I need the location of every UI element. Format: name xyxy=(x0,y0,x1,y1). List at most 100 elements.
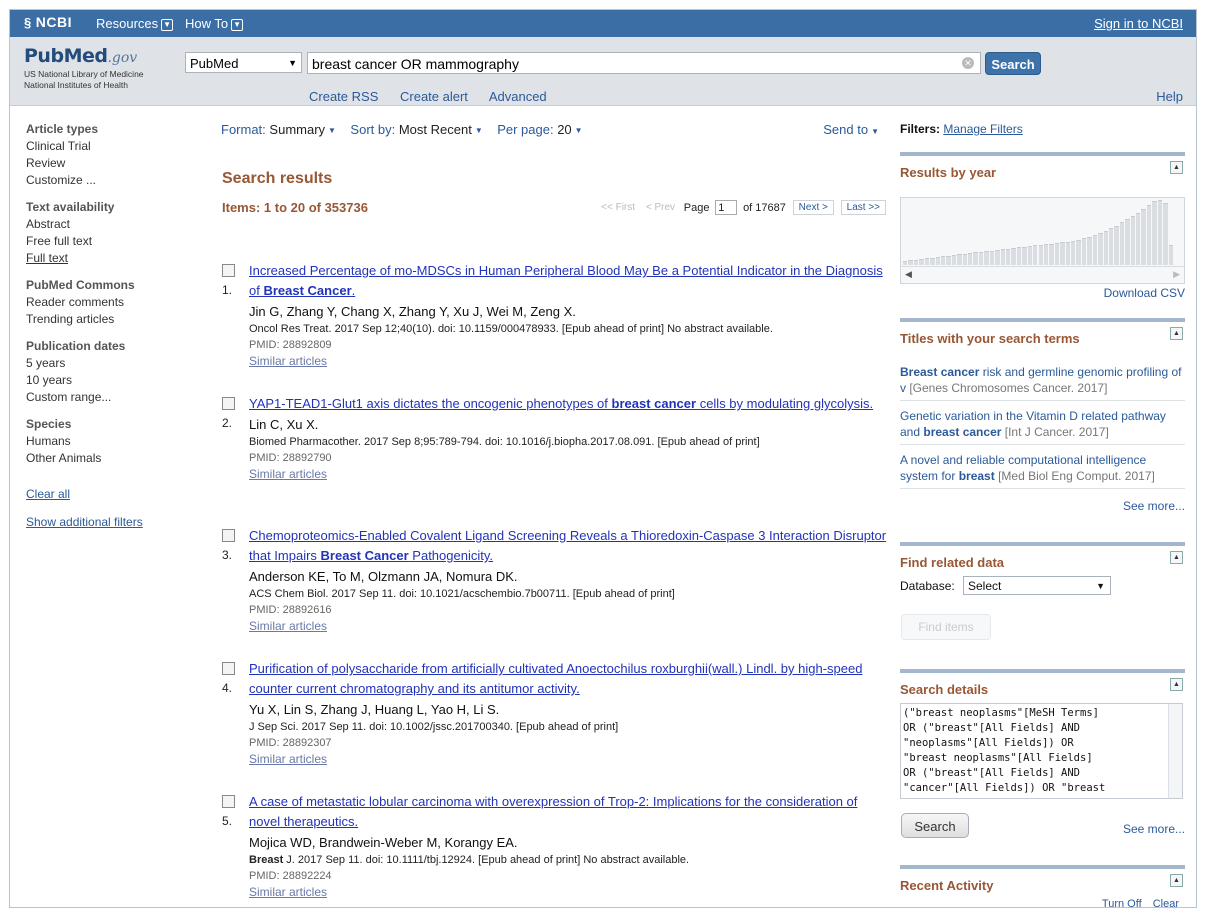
collapse-icon[interactable]: ▲ xyxy=(1170,161,1183,174)
year-bar[interactable] xyxy=(962,254,968,265)
collapse-icon[interactable]: ▲ xyxy=(1170,678,1183,691)
results-by-year-chart[interactable]: ◀ ▶ xyxy=(900,197,1185,284)
year-bar[interactable] xyxy=(908,260,913,265)
similar-articles-link[interactable]: Similar articles xyxy=(249,467,889,481)
similar-articles-link[interactable]: Similar articles xyxy=(249,885,889,899)
year-bar[interactable] xyxy=(1016,247,1022,265)
similar-articles-link[interactable]: Similar articles xyxy=(249,354,889,368)
resources-menu[interactable]: Resources ▼ xyxy=(96,16,174,31)
filter-5-years[interactable]: 5 years xyxy=(26,356,196,370)
year-bar[interactable] xyxy=(1125,219,1130,265)
format-dropdown[interactable]: Format: Summary ▼ xyxy=(221,122,336,137)
year-bar[interactable] xyxy=(1114,226,1119,265)
year-bar[interactable] xyxy=(1033,245,1038,265)
year-bar[interactable] xyxy=(1081,238,1087,265)
sign-in-link[interactable]: Sign in to NCBI xyxy=(1094,16,1183,31)
help-link[interactable]: Help xyxy=(1156,89,1183,104)
clear-all-link[interactable]: Clear all xyxy=(26,487,196,501)
filter-abstract[interactable]: Abstract xyxy=(26,217,196,231)
related-database-select[interactable]: Select ▼ xyxy=(963,576,1111,595)
clear-activity-link[interactable]: Clear xyxy=(1153,898,1179,907)
year-bar[interactable] xyxy=(1168,245,1173,265)
year-bar[interactable] xyxy=(968,253,973,265)
filter-review[interactable]: Review xyxy=(26,156,196,170)
create-rss-link[interactable]: Create RSS xyxy=(309,89,378,104)
year-bar[interactable] xyxy=(1157,200,1163,265)
year-bar[interactable] xyxy=(957,254,962,265)
result-title-link[interactable]: A case of metastatic lobular carcinoma w… xyxy=(249,792,889,832)
year-bar[interactable] xyxy=(1076,240,1081,265)
title-match-item[interactable]: Breast cancer risk and germline genomic … xyxy=(900,364,1185,396)
year-bar[interactable] xyxy=(935,257,940,265)
per-page-dropdown[interactable]: Per page: 20 ▼ xyxy=(497,122,582,137)
last-page-button[interactable]: Last >> xyxy=(840,200,886,215)
turn-off-link[interactable]: Turn Off xyxy=(1102,898,1142,907)
details-see-more-link[interactable]: See more... xyxy=(1123,822,1185,836)
filter-full-text[interactable]: Full text xyxy=(26,251,196,265)
clear-search-icon[interactable]: ✕ xyxy=(962,57,974,69)
create-alert-link[interactable]: Create alert xyxy=(400,89,468,104)
year-bar[interactable] xyxy=(1071,241,1076,265)
year-bar[interactable] xyxy=(1027,246,1033,265)
year-bar[interactable] xyxy=(930,258,935,265)
filter-clinical-trial[interactable]: Clinical Trial xyxy=(26,139,196,153)
ncbi-logo[interactable]: § NCBI xyxy=(24,14,72,30)
database-select[interactable]: PubMed ▼ xyxy=(185,52,302,73)
result-title-link[interactable]: Increased Percentage of mo-MDSCs in Huma… xyxy=(249,261,889,301)
year-bar[interactable] xyxy=(1087,237,1092,265)
year-bar[interactable] xyxy=(1163,203,1168,265)
year-bar[interactable] xyxy=(1152,201,1157,265)
filter-custom-range[interactable]: Custom range... xyxy=(26,390,196,404)
result-checkbox[interactable] xyxy=(222,529,235,542)
year-bar[interactable] xyxy=(1103,231,1108,265)
year-bar[interactable] xyxy=(1022,247,1027,265)
collapse-icon[interactable]: ▲ xyxy=(1170,327,1183,340)
filter-customize[interactable]: Customize ... xyxy=(26,173,196,187)
result-checkbox[interactable] xyxy=(222,795,235,808)
next-page-button[interactable]: Next > xyxy=(792,200,834,215)
manage-filters-link[interactable]: Manage Filters xyxy=(943,122,1022,136)
download-csv-link[interactable]: Download CSV xyxy=(1104,286,1185,300)
details-search-button[interactable]: Search xyxy=(901,813,969,838)
filter-reader-comments[interactable]: Reader comments xyxy=(26,295,196,309)
scroll-right-icon[interactable]: ▶ xyxy=(1173,269,1180,280)
year-bar[interactable] xyxy=(940,256,946,265)
year-bar[interactable] xyxy=(1049,244,1054,265)
pubmed-logo[interactable]: PubMed.gov US National Library of Medici… xyxy=(24,45,144,91)
titles-see-more-link[interactable]: See more... xyxy=(1123,499,1185,513)
textarea-scrollbar[interactable] xyxy=(1168,704,1182,798)
result-checkbox[interactable] xyxy=(222,264,235,277)
year-bar[interactable] xyxy=(1038,245,1043,265)
year-bar[interactable] xyxy=(1054,243,1060,265)
search-details-textarea[interactable]: ("breast neoplasms"[MeSH Terms] OR ("bre… xyxy=(900,703,1183,799)
year-bar[interactable] xyxy=(984,251,989,265)
filter-free-full-text[interactable]: Free full text xyxy=(26,234,196,248)
sort-dropdown[interactable]: Sort by: Most Recent ▼ xyxy=(350,122,482,137)
year-bar[interactable] xyxy=(1130,216,1136,265)
similar-articles-link[interactable]: Similar articles xyxy=(249,752,889,766)
year-bar[interactable] xyxy=(951,255,957,265)
result-checkbox[interactable] xyxy=(222,662,235,675)
year-bar[interactable] xyxy=(1092,235,1098,265)
year-bar[interactable] xyxy=(919,259,924,265)
year-bar[interactable] xyxy=(946,256,951,265)
year-bar[interactable] xyxy=(978,252,984,265)
result-title-link[interactable]: Chemoproteomics-Enabled Covalent Ligand … xyxy=(249,526,889,566)
year-bar[interactable] xyxy=(1141,209,1146,265)
year-bar[interactable] xyxy=(1065,242,1070,265)
year-bar[interactable] xyxy=(1011,248,1016,265)
collapse-icon[interactable]: ▲ xyxy=(1170,551,1183,564)
page-number-input[interactable]: 1 xyxy=(715,200,738,215)
year-bar[interactable] xyxy=(1108,228,1114,265)
year-bar[interactable] xyxy=(1098,233,1103,265)
result-title-link[interactable]: YAP1-TEAD1-Glut1 axis dictates the oncog… xyxy=(249,394,889,414)
year-bar[interactable] xyxy=(973,252,978,265)
year-bar[interactable] xyxy=(924,258,930,265)
title-match-item[interactable]: A novel and reliable computational intel… xyxy=(900,452,1185,484)
filter-10-years[interactable]: 10 years xyxy=(26,373,196,387)
similar-articles-link[interactable]: Similar articles xyxy=(249,619,889,633)
year-bar[interactable] xyxy=(995,250,1000,265)
year-bar[interactable] xyxy=(1119,222,1125,265)
year-bar[interactable] xyxy=(1000,249,1005,265)
year-bar[interactable] xyxy=(903,261,908,265)
